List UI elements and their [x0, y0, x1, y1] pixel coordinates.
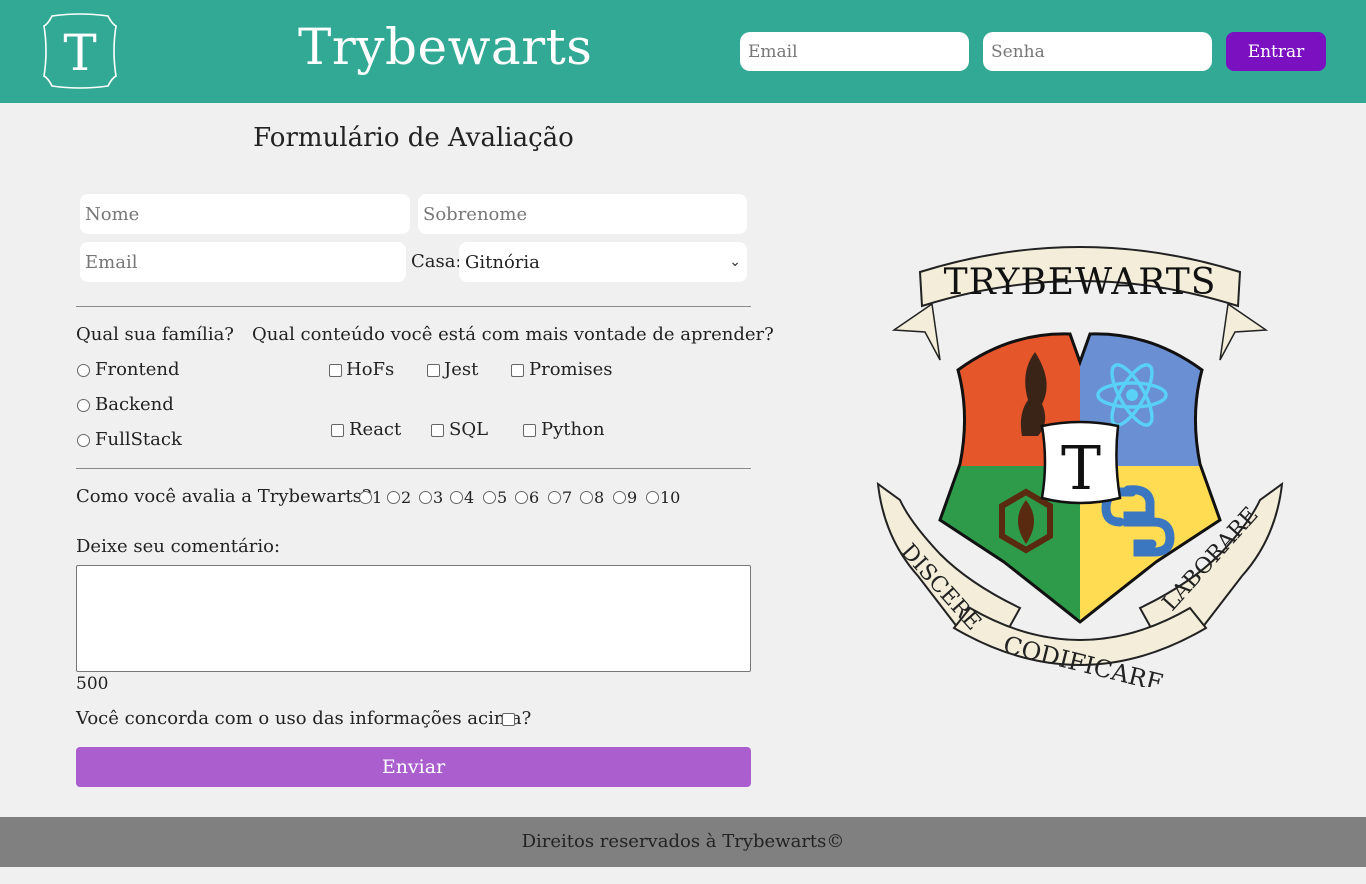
- site-title: Trybewarts: [298, 18, 593, 76]
- rating-label-6: 6: [529, 488, 540, 507]
- rating-label-8: 8: [594, 488, 605, 507]
- rating-radio-5[interactable]: [483, 491, 496, 504]
- subject-checkbox-react[interactable]: [331, 424, 344, 437]
- rating-radio-8[interactable]: [580, 491, 593, 504]
- subject-checkbox-sql[interactable]: [431, 424, 444, 437]
- divider: [76, 306, 751, 307]
- rating-label-3: 3: [433, 488, 444, 507]
- family-label-backend: Backend: [95, 394, 174, 415]
- login-password-input[interactable]: [983, 32, 1212, 71]
- agreement-checkbox[interactable]: [502, 713, 515, 726]
- rating-radio-4[interactable]: [450, 491, 463, 504]
- content-question: Qual conteúdo você está com mais vontade…: [252, 324, 774, 345]
- char-counter: 500: [76, 674, 109, 694]
- subject-label-sql: SQL: [449, 419, 489, 440]
- family-question: Qual sua família?: [76, 324, 234, 345]
- rating-label-10: 10: [660, 488, 681, 507]
- subject-label-promises: Promises: [529, 359, 613, 380]
- login-button[interactable]: Entrar: [1226, 32, 1326, 71]
- login-email-input[interactable]: [740, 32, 969, 71]
- last-name-input[interactable]: [418, 194, 747, 234]
- subject-checkbox-jest[interactable]: [427, 364, 440, 377]
- submit-button[interactable]: Enviar: [76, 747, 751, 787]
- trybewarts-crest-image: TRYBEWARTS T DISCERE CODIFICARE LABORARE: [876, 246, 1284, 687]
- rating-label-4: 4: [464, 488, 475, 507]
- site-header: T Trybewarts Entrar: [0, 0, 1366, 103]
- subject-checkbox-hofs[interactable]: [329, 364, 342, 377]
- subject-checkbox-python[interactable]: [523, 424, 536, 437]
- rating-label-1: 1: [372, 488, 383, 507]
- logo-letter: T: [63, 24, 96, 82]
- rating-radio-7[interactable]: [548, 491, 561, 504]
- subject-label-jest: Jest: [444, 359, 479, 380]
- subject-label-react: React: [349, 419, 402, 440]
- family-radio-backend[interactable]: [77, 399, 90, 412]
- subject-label-python: Python: [541, 419, 605, 440]
- form-email-input[interactable]: [80, 242, 406, 282]
- divider: [76, 468, 751, 469]
- comment-textarea[interactable]: [76, 565, 751, 672]
- rating-label-5: 5: [497, 488, 508, 507]
- rating-question: Como você avalia a Trybewarts?: [76, 486, 372, 507]
- agreement-label: Você concorda com o uso das informações …: [76, 708, 532, 729]
- rating-radio-3[interactable]: [419, 491, 432, 504]
- family-radio-frontend[interactable]: [77, 364, 90, 377]
- site-footer: Direitos reservados à Trybewarts©: [0, 817, 1366, 867]
- subject-label-hofs: HoFs: [346, 359, 395, 380]
- family-label-frontend: Frontend: [95, 359, 180, 380]
- family-radio-fullstack[interactable]: [77, 434, 90, 447]
- house-selected-value: Gitnória: [465, 251, 540, 273]
- rating-label-2: 2: [401, 488, 412, 507]
- rating-radio-6[interactable]: [515, 491, 528, 504]
- rating-label-7: 7: [562, 488, 573, 507]
- chevron-down-icon: ⌄: [729, 254, 741, 270]
- rating-radio-1[interactable]: [359, 491, 372, 504]
- family-label-fullstack: FullStack: [95, 429, 182, 450]
- rating-radio-10[interactable]: [646, 491, 659, 504]
- rating-radio-2[interactable]: [387, 491, 400, 504]
- house-label: Casa:: [411, 251, 462, 272]
- crest-center-letter: T: [1061, 434, 1101, 504]
- first-name-input[interactable]: [80, 194, 410, 234]
- rating-label-9: 9: [627, 488, 638, 507]
- trybewarts-logo-icon: T: [43, 13, 117, 89]
- house-select[interactable]: Gitnória ⌄: [459, 242, 747, 282]
- rating-radio-9[interactable]: [613, 491, 626, 504]
- footer-text: Direitos reservados à Trybewarts©: [521, 831, 845, 852]
- comment-label: Deixe seu comentário:: [76, 536, 281, 557]
- crest-banner-text: TRYBEWARTS: [944, 262, 1217, 303]
- form-title: Formulário de Avaliação: [253, 123, 574, 153]
- subject-checkbox-promises[interactable]: [511, 364, 524, 377]
